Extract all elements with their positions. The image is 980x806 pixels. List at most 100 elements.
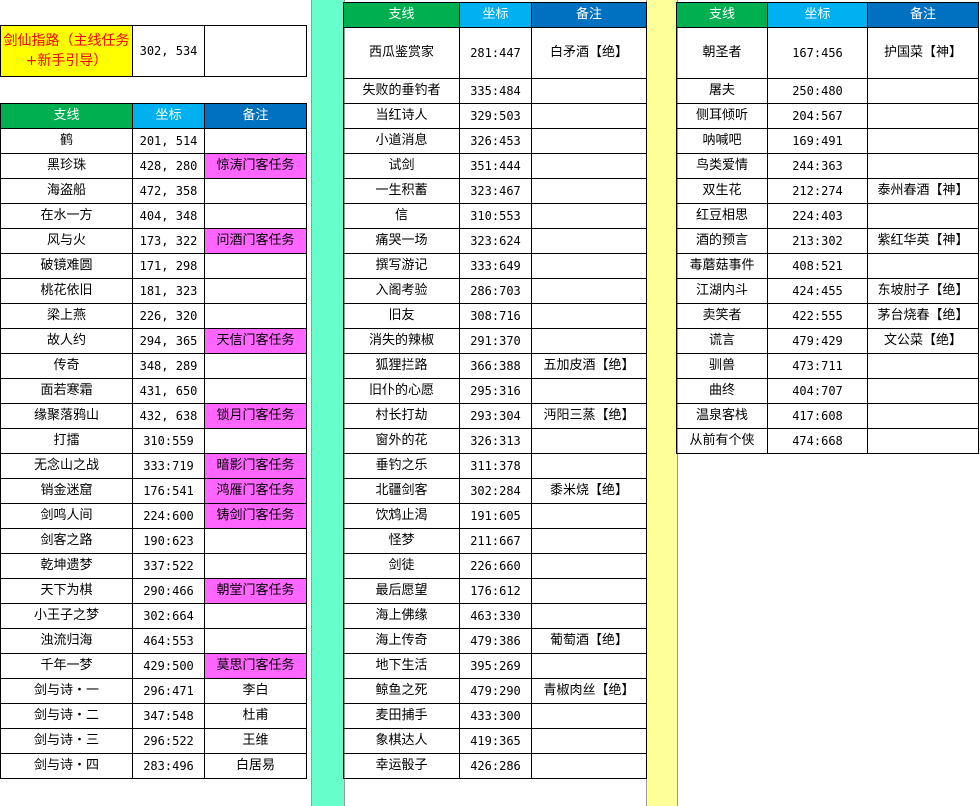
quest-coord-cell[interactable]: 408:521 [767, 253, 868, 279]
quest-name-cell[interactable]: 幸运骰子 [343, 753, 460, 779]
quest-coord-cell[interactable]: 226:660 [459, 553, 532, 579]
header-note[interactable]: 备注 [867, 2, 979, 28]
quest-name-cell[interactable]: 故人约 [0, 328, 133, 354]
quest-note-cell[interactable]: 王维 [204, 728, 307, 754]
quest-note-cell[interactable]: 朝堂门客任务 [204, 578, 307, 604]
quest-name-cell[interactable]: 乾坤遗梦 [0, 553, 133, 579]
quest-coord-cell[interactable]: 433:300 [459, 703, 532, 729]
quest-coord-cell[interactable]: 464:553 [132, 628, 205, 654]
quest-name-cell[interactable]: 麦田捕手 [343, 703, 460, 729]
quest-name-cell[interactable]: 呐喊吧 [676, 128, 768, 154]
quest-coord-cell[interactable]: 212:274 [767, 178, 868, 204]
quest-name-cell[interactable]: 旧仆的心愿 [343, 378, 460, 404]
quest-note-cell[interactable]: 黍米烧【绝】 [531, 478, 647, 504]
quest-name-cell[interactable]: 剑与诗・二 [0, 703, 133, 729]
quest-coord-cell[interactable]: 426:286 [459, 753, 532, 779]
quest-coord-cell[interactable]: 281:447 [459, 27, 532, 79]
quest-name-cell[interactable]: 从前有个侠 [676, 428, 768, 454]
quest-name-cell[interactable]: 撰写游记 [343, 253, 460, 279]
quest-coord-cell[interactable]: 479:429 [767, 328, 868, 354]
quest-note-cell[interactable] [204, 253, 307, 279]
quest-coord-cell[interactable]: 171, 298 [132, 253, 205, 279]
quest-coord-cell[interactable]: 429:500 [132, 653, 205, 679]
quest-name-cell[interactable]: 浊流归海 [0, 628, 133, 654]
quest-name-cell[interactable]: 天下为棋 [0, 578, 133, 604]
quest-note-cell[interactable] [867, 428, 979, 454]
quest-name-cell[interactable]: 剑与诗・一 [0, 678, 133, 704]
quest-name-cell[interactable]: 曲终 [676, 378, 768, 404]
quest-name-cell[interactable]: 痛哭一场 [343, 228, 460, 254]
quest-note-cell[interactable] [204, 128, 307, 154]
quest-note-cell[interactable]: 李白 [204, 678, 307, 704]
quest-coord-cell[interactable]: 211:667 [459, 528, 532, 554]
quest-name-cell[interactable]: 缘聚落鸦山 [0, 403, 133, 429]
quest-note-cell[interactable]: 青椒肉丝【绝】 [531, 678, 647, 704]
quest-name-cell[interactable]: 风与火 [0, 228, 133, 254]
quest-note-cell[interactable]: 问酒门客任务 [204, 228, 307, 254]
quest-coord-cell[interactable]: 351:444 [459, 153, 532, 179]
quest-coord-cell[interactable]: 329:503 [459, 103, 532, 129]
quest-note-cell[interactable]: 泰州春酒【神】 [867, 178, 979, 204]
quest-name-cell[interactable]: 破镜难圆 [0, 253, 133, 279]
quest-note-cell[interactable]: 鸿雁门客任务 [204, 478, 307, 504]
quest-coord-cell[interactable]: 424:455 [767, 278, 868, 304]
quest-name-cell[interactable]: 海上佛缘 [343, 603, 460, 629]
quest-coord-cell[interactable]: 463:330 [459, 603, 532, 629]
quest-name-cell[interactable]: 狐狸拦路 [343, 353, 460, 379]
quest-name-cell[interactable]: 驯兽 [676, 353, 768, 379]
quest-note-cell[interactable] [531, 203, 647, 229]
quest-coord-cell[interactable]: 191:605 [459, 503, 532, 529]
quest-coord-cell[interactable]: 250:480 [767, 78, 868, 104]
quest-coord-cell[interactable]: 213:302 [767, 228, 868, 254]
quest-coord-cell[interactable]: 176:612 [459, 578, 532, 604]
quest-note-cell[interactable] [204, 528, 307, 554]
quest-coord-cell[interactable]: 293:304 [459, 403, 532, 429]
quest-name-cell[interactable]: 毒蘑菇事件 [676, 253, 768, 279]
quest-note-cell[interactable] [531, 228, 647, 254]
quest-note-cell[interactable] [204, 628, 307, 654]
quest-coord-cell[interactable]: 432, 638 [132, 403, 205, 429]
quest-coord-cell[interactable]: 286:703 [459, 278, 532, 304]
quest-note-cell[interactable]: 莫思门客任务 [204, 653, 307, 679]
quest-coord-cell[interactable]: 190:623 [132, 528, 205, 554]
quest-note-cell[interactable] [531, 253, 647, 279]
quest-note-cell[interactable] [204, 203, 307, 229]
quest-coord-cell[interactable]: 302:284 [459, 478, 532, 504]
quest-note-cell[interactable] [867, 153, 979, 179]
quest-coord-cell[interactable]: 472, 358 [132, 178, 205, 204]
quest-coord-cell[interactable]: 431, 650 [132, 378, 205, 404]
quest-coord-cell[interactable]: 226, 320 [132, 303, 205, 329]
quest-note-cell[interactable] [531, 278, 647, 304]
quest-coord-cell[interactable]: 204:567 [767, 103, 868, 129]
quest-coord-cell[interactable]: 337:522 [132, 553, 205, 579]
quest-name-cell[interactable]: 侧耳倾听 [676, 103, 768, 129]
quest-coord-cell[interactable]: 311:378 [459, 453, 532, 479]
quest-note-cell[interactable] [531, 128, 647, 154]
quest-name-cell[interactable]: 试剑 [343, 153, 460, 179]
quest-coord-cell[interactable]: 310:559 [132, 428, 205, 454]
quest-note-cell[interactable] [531, 578, 647, 604]
quest-coord-cell[interactable]: 290:466 [132, 578, 205, 604]
quest-coord-cell[interactable]: 283:496 [132, 753, 205, 779]
quest-name-cell[interactable]: 朝圣者 [676, 27, 768, 79]
quest-note-cell[interactable] [531, 528, 647, 554]
quest-name-cell[interactable]: 怪梦 [343, 528, 460, 554]
quest-coord-cell[interactable]: 422:555 [767, 303, 868, 329]
quest-name-cell[interactable]: 桃花依旧 [0, 278, 133, 304]
quest-note-cell[interactable] [531, 428, 647, 454]
quest-name-cell[interactable]: 打擂 [0, 428, 133, 454]
quest-name-cell[interactable]: 酒的预言 [676, 228, 768, 254]
quest-note-cell[interactable] [531, 653, 647, 679]
quest-name-cell[interactable]: 海上传奇 [343, 628, 460, 654]
quest-name-cell[interactable]: 消失的辣椒 [343, 328, 460, 354]
header-coord[interactable]: 坐标 [459, 2, 532, 28]
quest-name-cell[interactable]: 一生积蓄 [343, 178, 460, 204]
quest-name-cell[interactable]: 窗外的花 [343, 428, 460, 454]
quest-note-cell[interactable] [531, 703, 647, 729]
quest-note-cell[interactable] [867, 203, 979, 229]
quest-name-cell[interactable]: 梁上燕 [0, 303, 133, 329]
quest-name-cell[interactable]: 面若寒霜 [0, 378, 133, 404]
quest-note-cell[interactable]: 白矛酒【绝】 [531, 27, 647, 79]
quest-name-cell[interactable]: 北疆剑客 [343, 478, 460, 504]
quest-coord-cell[interactable]: 323:624 [459, 228, 532, 254]
